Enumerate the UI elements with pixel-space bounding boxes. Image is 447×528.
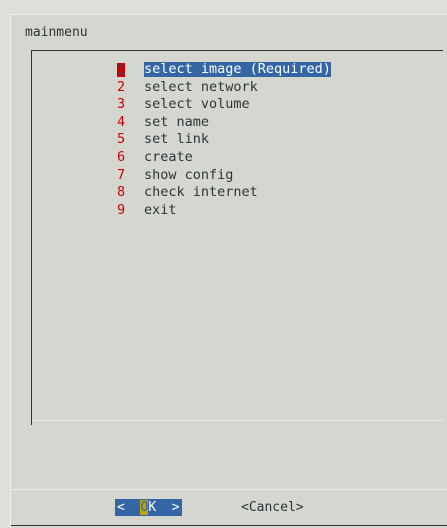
dialog-title: mainmenu <box>25 25 88 40</box>
menu-item-set-name[interactable]: 4 set name <box>117 114 331 132</box>
menu-item-key: 3 <box>117 96 126 113</box>
menu-item-label: check internet <box>144 184 258 201</box>
menu-item-key: 8 <box>117 184 126 201</box>
menu-item-key: 1 <box>117 61 126 78</box>
menu-item-label: set name <box>144 113 210 130</box>
menu-item-label: select volume <box>144 96 250 113</box>
menu-item-select-volume[interactable]: 3 select volume <box>117 96 331 114</box>
ok-label-rest: K <box>148 500 157 515</box>
button-row: < OK > <Cancel> <box>11 499 447 517</box>
menu-item-label: select network <box>144 78 258 95</box>
menu-item-show-config[interactable]: 7 show config <box>117 167 331 185</box>
menu-item-label: select image (Required) <box>144 61 331 78</box>
button-separator <box>11 489 447 490</box>
menu-box: 1 select image (Required) 2 select netwo… <box>31 50 443 425</box>
menu-item-label: create <box>144 148 193 165</box>
dialog-bottom-border <box>11 525 447 526</box>
menu-item-key: 9 <box>117 201 126 218</box>
menu-item-key: 2 <box>117 78 126 95</box>
menu-item-select-image[interactable]: 1 select image (Required) <box>117 61 331 79</box>
menu-item-label: exit <box>144 201 177 218</box>
menu-item-key: 5 <box>117 131 126 148</box>
cancel-button[interactable]: <Cancel> <box>241 499 304 516</box>
menu-list: 1 select image (Required) 2 select netwo… <box>117 61 331 219</box>
menu-item-label: set link <box>144 131 210 148</box>
menu-item-key: 7 <box>117 166 126 183</box>
ok-left-bracket: < <box>117 500 125 515</box>
terminal-screen: mainmenu 1 select image (Required) 2 sel… <box>0 0 447 528</box>
menu-item-key: 4 <box>117 113 126 130</box>
menu-item-create[interactable]: 6 create <box>117 149 331 167</box>
menu-item-key: 6 <box>117 148 126 165</box>
menu-item-exit[interactable]: 9 exit <box>117 202 331 220</box>
menu-item-select-network[interactable]: 2 select network <box>117 79 331 97</box>
mainmenu-dialog: mainmenu 1 select image (Required) 2 sel… <box>10 14 447 528</box>
menu-item-label: show config <box>144 166 234 183</box>
menu-item-check-internet[interactable]: 8 check internet <box>117 184 331 202</box>
menu-box-corner <box>31 420 32 425</box>
ok-right-bracket: > <box>171 500 180 515</box>
ok-button[interactable]: < OK > <box>115 499 182 516</box>
menu-item-set-link[interactable]: 5 set link <box>117 131 331 149</box>
